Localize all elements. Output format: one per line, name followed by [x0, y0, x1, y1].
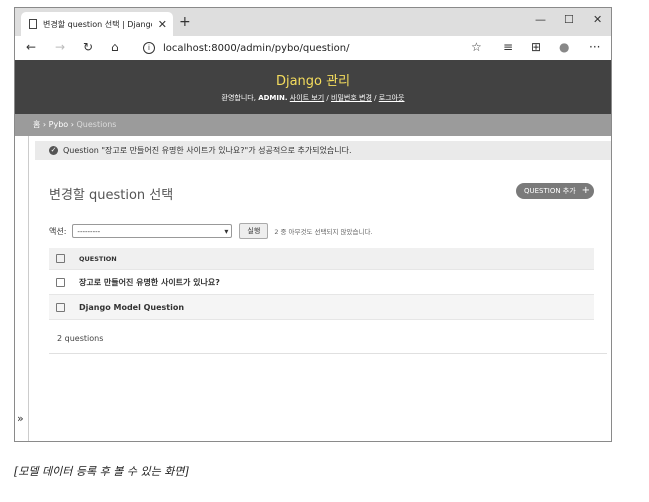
- breadcrumb-home-link[interactable]: 홈: [33, 120, 40, 129]
- more-menu-icon[interactable]: ···: [589, 40, 600, 54]
- column-header-question[interactable]: QUESTION: [79, 255, 117, 263]
- question-link[interactable]: Django Model Question: [79, 303, 184, 312]
- username: ADMIN.: [258, 94, 288, 102]
- result-count: 2 questions: [57, 334, 104, 343]
- nav-sidebar-collapsed: »: [15, 136, 29, 441]
- tab-bar: 변경할 question 선택 | Django 사 ✕ + — ☐ ✕: [15, 8, 611, 36]
- page-icon: [29, 19, 37, 29]
- minimize-button[interactable]: —: [535, 13, 546, 26]
- refresh-icon[interactable]: ↻: [83, 40, 93, 54]
- site-brand[interactable]: Django 관리: [15, 70, 611, 89]
- table-row: Django Model Question: [49, 295, 594, 320]
- table-header-row: QUESTION: [49, 248, 594, 270]
- profile-icon[interactable]: ●: [559, 40, 569, 54]
- figure-caption: [모델 데이터 등록 후 볼 수 있는 화면]: [14, 465, 189, 478]
- admin-header: Django 관리 환영합니다, ADMIN. 사이트 보기 / 비밀번호 변경…: [15, 60, 611, 114]
- breadcrumb-current: Questions: [76, 120, 117, 129]
- add-question-button[interactable]: QUESTION 추가 +: [516, 183, 594, 199]
- breadcrumb: 홈 › Pybo › Questions: [15, 114, 611, 136]
- separator: /: [374, 94, 377, 102]
- divider: [49, 353, 607, 354]
- row-checkbox[interactable]: [56, 302, 65, 312]
- actions-label: 액션:: [49, 226, 67, 236]
- success-message: ✓ Question "장고로 만들어진 유명한 사이트가 있나요?"가 성공적으…: [35, 141, 611, 160]
- run-action-button[interactable]: 실행: [239, 223, 269, 239]
- welcome-text: 환영합니다,: [221, 94, 256, 102]
- chevron-down-icon: ▾: [224, 227, 229, 236]
- browser-window: 변경할 question 선택 | Django 사 ✕ + — ☐ ✕ ← →…: [14, 7, 612, 442]
- breadcrumb-separator: ›: [70, 120, 74, 129]
- browser-tab[interactable]: 변경할 question 선택 | Django 사 ✕: [21, 12, 173, 36]
- question-link[interactable]: 장고로 만들어진 유명한 사이트가 있나요?: [79, 277, 220, 288]
- user-tools: 환영합니다, ADMIN. 사이트 보기 / 비밀번호 변경 / 로그아웃: [15, 93, 611, 103]
- logout-link[interactable]: 로그아웃: [379, 94, 405, 102]
- url-text[interactable]: localhost:8000/admin/pybo/question/: [163, 43, 349, 54]
- change-password-link[interactable]: 비밀번호 변경: [331, 94, 372, 102]
- select-all-checkbox[interactable]: [56, 254, 65, 263]
- table-row: 장고로 만들어진 유명한 사이트가 있나요?: [49, 270, 594, 295]
- forward-icon[interactable]: →: [55, 40, 65, 54]
- add-question-label: QUESTION 추가: [524, 187, 576, 195]
- maximize-button[interactable]: ☐: [564, 13, 574, 26]
- selection-counter: 2 중 아무것도 선택되지 않았습니다.: [274, 228, 373, 236]
- close-window-button[interactable]: ✕: [593, 13, 602, 26]
- actions-bar: 액션: --------- ▾ 실행 2 중 아무것도 선택되지 않았습니다.: [49, 223, 373, 239]
- back-icon[interactable]: ←: [26, 40, 36, 54]
- collections-icon[interactable]: ⊞: [531, 40, 541, 54]
- breadcrumb-separator: ›: [42, 120, 47, 129]
- view-site-link[interactable]: 사이트 보기: [290, 94, 324, 102]
- plus-icon: +: [581, 185, 590, 196]
- separator: /: [326, 94, 329, 102]
- success-check-icon: ✓: [49, 146, 58, 155]
- tab-close-icon[interactable]: ✕: [158, 18, 167, 31]
- favorite-star-icon[interactable]: ☆: [471, 40, 482, 54]
- action-select-value: ---------: [77, 228, 101, 236]
- results-table: QUESTION 장고로 만들어진 유명한 사이트가 있나요? Django M…: [49, 248, 594, 320]
- address-toolbar: ← → ↻ ⌂ i localhost:8000/admin/pybo/ques…: [15, 36, 611, 61]
- address-bar[interactable]: i localhost:8000/admin/pybo/question/: [139, 39, 489, 57]
- action-select[interactable]: --------- ▾: [72, 224, 233, 238]
- home-icon[interactable]: ⌂: [111, 40, 119, 54]
- new-tab-button[interactable]: +: [179, 14, 191, 30]
- row-checkbox[interactable]: [56, 277, 65, 287]
- page-title: 변경할 question 선택: [49, 188, 174, 203]
- breadcrumb-app-link[interactable]: Pybo: [49, 120, 69, 129]
- success-message-text: Question "장고로 만들어진 유명한 사이트가 있나요?"가 성공적으로…: [63, 146, 352, 155]
- info-icon[interactable]: i: [143, 42, 155, 54]
- sidebar-toggle-button[interactable]: »: [17, 412, 24, 425]
- tab-title: 변경할 question 선택 | Django 사: [43, 19, 152, 29]
- favorites-list-icon[interactable]: ≡: [503, 40, 513, 54]
